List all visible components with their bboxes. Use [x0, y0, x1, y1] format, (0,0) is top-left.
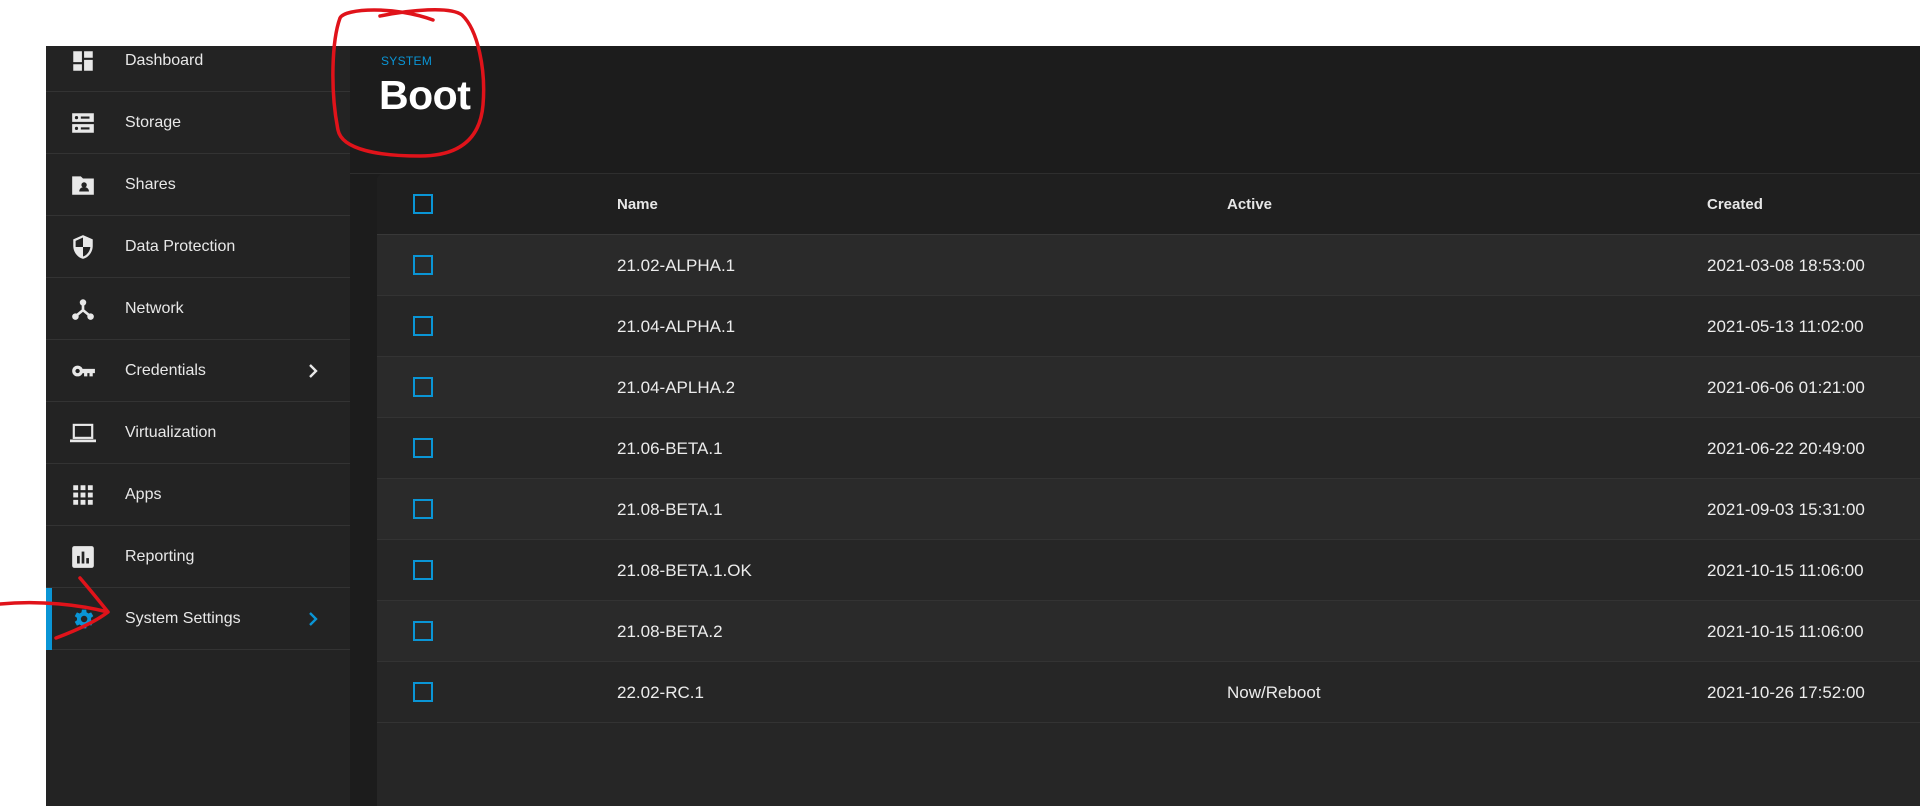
row-checkbox[interactable] [413, 682, 433, 702]
sidebar-item-label: Shares [125, 176, 176, 193]
sidebar-item-label: Network [125, 300, 184, 317]
cell-created: 2021-09-03 15:31:00 [1707, 500, 1865, 519]
column-header-created[interactable]: Created [1707, 174, 1763, 235]
sidebar-item-virtualization[interactable]: Virtualization [46, 402, 350, 464]
cell-active: Now/Reboot [1227, 683, 1321, 702]
table-row[interactable]: 21.08-BETA.1 2021-09-03 15:31:00 [377, 479, 1920, 540]
active-indicator [46, 588, 52, 650]
reporting-icon [70, 544, 96, 570]
shares-icon [70, 172, 96, 198]
sidebar-item-reporting[interactable]: Reporting [46, 526, 350, 588]
page-header: SYSTEM Boot [350, 46, 1920, 174]
row-checkbox[interactable] [413, 560, 433, 580]
cell-name: 21.08-BETA.1.OK [617, 561, 752, 580]
table-body: 21.02-ALPHA.1 2021-03-08 18:53:00 21.04-… [377, 235, 1920, 723]
table-header: Name Active Created [377, 174, 1920, 235]
sidebar: Dashboard Storage Shares Data Protection [46, 46, 350, 806]
page-title: Boot [379, 72, 471, 118]
sidebar-item-storage[interactable]: Storage [46, 92, 350, 154]
cell-created: 2021-03-08 18:53:00 [1707, 256, 1865, 275]
sidebar-item-label: Apps [125, 486, 162, 503]
cell-name: 21.04-APLHA.2 [617, 378, 736, 397]
table-row[interactable]: 21.02-ALPHA.1 2021-03-08 18:53:00 [377, 235, 1920, 296]
row-checkbox[interactable] [413, 255, 433, 275]
main-content: SYSTEM Boot Name Active Created 21.02-AL… [350, 46, 1920, 806]
table-row[interactable]: 21.04-ALPHA.1 2021-05-13 11:02:00 [377, 296, 1920, 357]
sidebar-item-label: Reporting [125, 548, 195, 565]
cell-name: 21.04-ALPHA.1 [617, 317, 736, 336]
cell-name: 22.02-RC.1 [617, 683, 704, 702]
column-header-active[interactable]: Active [1227, 174, 1272, 235]
table-row[interactable]: 21.06-BETA.1 2021-06-22 20:49:00 [377, 418, 1920, 479]
sidebar-item-label: Storage [125, 114, 182, 131]
cell-name: 21.02-ALPHA.1 [617, 256, 736, 275]
sidebar-item-label: Virtualization [125, 424, 217, 441]
sidebar-item-dashboard[interactable]: Dashboard [46, 30, 350, 92]
boot-environments-table: Name Active Created 21.02-ALPHA.1 2021-0… [377, 174, 1920, 806]
column-header-name[interactable]: Name [617, 174, 658, 235]
sidebar-item-shares[interactable]: Shares [46, 154, 350, 216]
sidebar-item-label: System Settings [125, 610, 241, 627]
cell-created: 2021-06-22 20:49:00 [1707, 439, 1865, 458]
cell-created: 2021-10-15 11:06:00 [1707, 561, 1864, 580]
cell-name: 21.08-BETA.1 [617, 500, 723, 519]
sidebar-item-system-settings[interactable]: System Settings [46, 588, 350, 650]
gear-icon [70, 606, 96, 632]
sidebar-item-data-protection[interactable]: Data Protection [46, 216, 350, 278]
row-checkbox[interactable] [413, 316, 433, 336]
shield-icon [70, 234, 96, 260]
storage-icon [70, 110, 96, 136]
sidebar-item-label: Data Protection [125, 238, 236, 255]
breadcrumb[interactable]: SYSTEM [381, 54, 432, 68]
row-checkbox[interactable] [413, 377, 433, 397]
dashboard-icon [70, 48, 96, 74]
network-icon [70, 296, 96, 322]
table-row[interactable]: 21.08-BETA.2 2021-10-15 11:06:00 [377, 601, 1920, 662]
cell-created: 2021-10-26 17:52:00 [1707, 683, 1865, 702]
select-all-checkbox[interactable] [413, 194, 433, 214]
chevron-right-icon[interactable] [304, 362, 322, 380]
table-row[interactable]: 21.08-BETA.1.OK 2021-10-15 11:06:00 [377, 540, 1920, 601]
apps-grid-icon [70, 482, 96, 508]
row-checkbox[interactable] [413, 438, 433, 458]
cell-created: 2021-05-13 11:02:00 [1707, 317, 1864, 336]
row-checkbox[interactable] [413, 621, 433, 641]
table-row[interactable]: 21.04-APLHA.2 2021-06-06 01:21:00 [377, 357, 1920, 418]
sidebar-item-network[interactable]: Network [46, 278, 350, 340]
cell-name: 21.06-BETA.1 [617, 439, 723, 458]
key-icon [70, 358, 96, 384]
sidebar-item-credentials[interactable]: Credentials [46, 340, 350, 402]
cell-created: 2021-10-15 11:06:00 [1707, 622, 1864, 641]
sidebar-item-label: Credentials [125, 362, 206, 379]
sidebar-item-label: Dashboard [125, 52, 204, 69]
cell-name: 21.08-BETA.2 [617, 622, 723, 641]
app-window: Dashboard Storage Shares Data Protection [46, 46, 1920, 806]
row-checkbox[interactable] [413, 499, 433, 519]
laptop-icon [70, 420, 96, 446]
sidebar-item-apps[interactable]: Apps [46, 464, 350, 526]
table-row[interactable]: 22.02-RC.1 Now/Reboot 2021-10-26 17:52:0… [377, 662, 1920, 723]
chevron-right-icon[interactable] [304, 610, 322, 628]
cell-created: 2021-06-06 01:21:00 [1707, 378, 1865, 397]
